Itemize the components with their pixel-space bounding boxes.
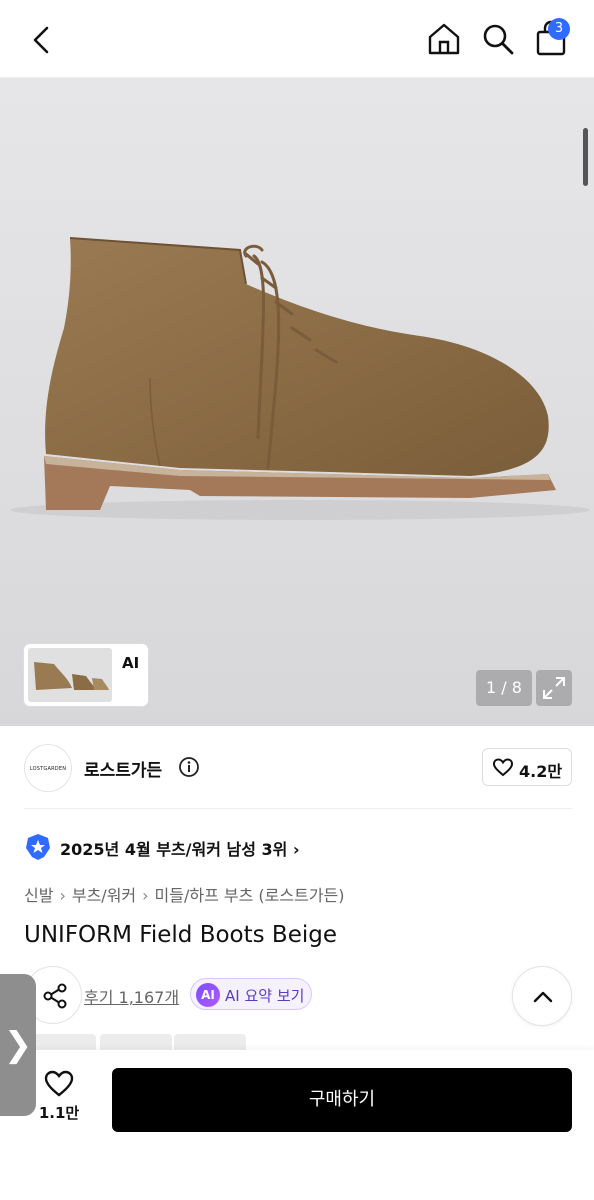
divider <box>24 808 572 809</box>
brand-name[interactable]: 로스트가든 <box>84 756 162 781</box>
heart-icon <box>44 1070 74 1097</box>
fullscreen-button[interactable] <box>536 670 572 706</box>
ai-summary-button[interactable]: AI AI 요약 보기 <box>190 978 312 1010</box>
expand-icon <box>543 677 565 699</box>
buy-button[interactable]: 구매하기 <box>112 1068 572 1132</box>
product-page: 3 AI 1 / 8 LOSTGARDEN 로스트가든 4.2만 2025년 4… <box>0 0 594 1200</box>
top-navigation-bar: 3 <box>0 0 594 78</box>
info-icon[interactable] <box>178 756 200 778</box>
ai-thumbnail-button[interactable]: AI › <box>24 644 148 706</box>
breadcrumb-item[interactable]: 신발 <box>24 886 53 905</box>
ai-summary-label: AI 요약 보기 <box>225 987 305 1005</box>
wishlist-button[interactable]: 1.1만 <box>36 1070 82 1130</box>
review-count-link[interactable]: 후기 1,167개 <box>84 984 179 1008</box>
side-panel-handle[interactable]: ❯ <box>0 974 36 1116</box>
home-button[interactable] <box>424 18 464 58</box>
chevron-up-icon <box>533 991 553 1003</box>
breadcrumb-separator: › <box>59 886 66 905</box>
search-icon <box>483 24 514 55</box>
cart-count-badge: 3 <box>548 18 570 40</box>
product-boot-image <box>10 237 590 520</box>
brand-like-button[interactable]: 4.2만 <box>482 748 572 786</box>
brand-row: LOSTGARDEN 로스트가든 4.2만 <box>0 726 594 810</box>
thumbnail-boots-icon <box>34 662 109 690</box>
share-icon <box>43 983 67 1009</box>
image-counter: 1 / 8 <box>476 670 532 706</box>
ai-icon: AI <box>196 983 220 1007</box>
brand-like-count: 4.2만 <box>519 762 563 781</box>
scroll-top-button[interactable] <box>512 966 572 1026</box>
chevron-left-icon <box>33 26 49 54</box>
home-icon <box>428 23 460 55</box>
breadcrumb-separator: › <box>142 886 149 905</box>
scroll-indicator <box>583 128 588 186</box>
product-title: UNIFORM Field Boots Beige <box>24 922 337 948</box>
breadcrumb-item[interactable]: 부츠/워커 <box>72 886 136 905</box>
search-button[interactable] <box>478 18 518 58</box>
heart-icon <box>493 758 513 777</box>
back-button[interactable] <box>22 20 62 60</box>
brand-logo[interactable]: LOSTGARDEN <box>24 744 72 792</box>
cart-button[interactable]: 3 <box>532 18 572 58</box>
ranking-text: 2025년 4월 부츠/워커 남성 3위 › <box>60 840 300 859</box>
bottom-action-bar: 1.1만 구매하기 <box>0 1050 594 1200</box>
wishlist-count: 1.1만 <box>38 1104 80 1122</box>
product-image-gallery[interactable] <box>0 78 594 726</box>
thumbnail-image <box>28 648 112 702</box>
ranking-medal-icon <box>26 834 50 860</box>
breadcrumb: 신발 › 부츠/워커 › 미들/하프 부츠 (로스트가든) <box>24 882 345 906</box>
ai-label: AI <box>122 654 140 672</box>
breadcrumb-item[interactable]: 미들/하프 부츠 (로스트가든) <box>155 886 345 905</box>
